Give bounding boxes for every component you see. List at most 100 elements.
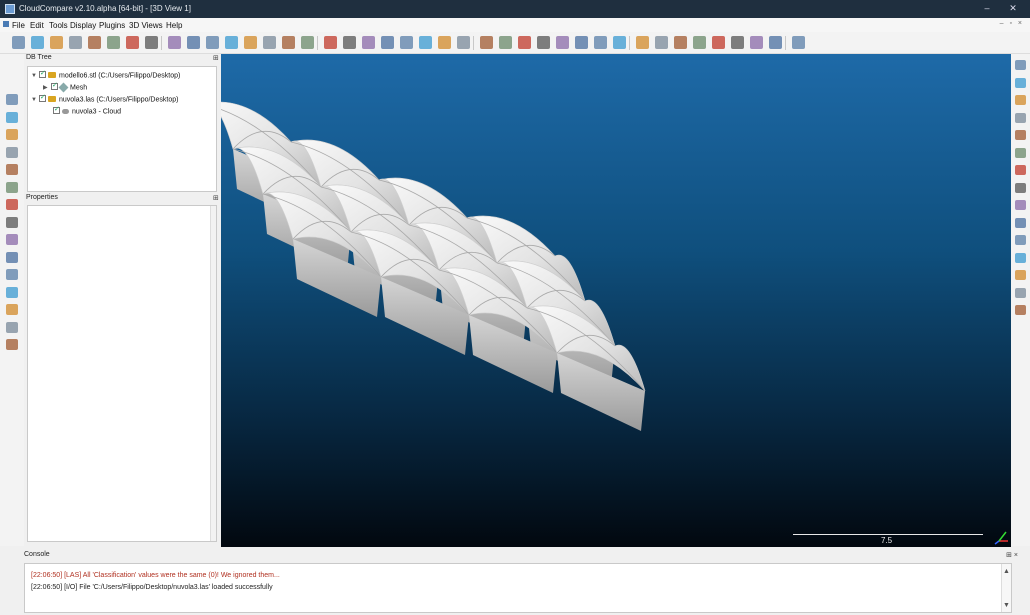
register-icon[interactable] [362, 36, 375, 49]
distance-icon[interactable] [324, 36, 337, 49]
save-icon[interactable] [31, 36, 44, 49]
visibility-checkbox[interactable] [53, 105, 60, 114]
plane-icon[interactable] [381, 36, 394, 49]
settings-icon[interactable] [1015, 60, 1026, 70]
filter-icon[interactable] [168, 36, 181, 49]
menu-edit[interactable]: Edit [30, 21, 44, 30]
orient-icon[interactable] [225, 36, 238, 49]
table-icon[interactable] [1015, 95, 1026, 105]
minimize-button[interactable]: – [977, 3, 997, 13]
normals-icon[interactable] [206, 36, 219, 49]
point-pick-icon[interactable] [438, 36, 451, 49]
menu-file[interactable]: File [12, 21, 25, 30]
console-dock-controls[interactable]: ⊞ × [1006, 551, 1018, 559]
scalar-icon[interactable] [301, 36, 314, 49]
box-bottom-icon[interactable] [6, 286, 18, 298]
histogram-icon[interactable] [480, 36, 493, 49]
qanimation-icon[interactable] [655, 36, 668, 49]
no-icon[interactable] [1015, 147, 1026, 158]
iso1-icon[interactable] [6, 304, 18, 315]
qfacets-icon[interactable] [693, 36, 706, 49]
scroll-up-icon[interactable]: ▲ [1003, 568, 1010, 575]
qm3c2-icon[interactable] [731, 36, 744, 49]
tree-item-nuvola3[interactable]: ▼ nuvola3.las (C:/Users/Filippo/Desktop) [31, 93, 178, 103]
tree-item-modello6[interactable]: ▼ modello6.stl (C:/Users/Filippo/Desktop) [31, 69, 180, 79]
sample-icon[interactable] [145, 36, 158, 49]
float-dock-icon[interactable]: ⊞ [213, 54, 219, 62]
collapse-arrow-icon[interactable]: ▼ [31, 97, 39, 103]
box-top-icon[interactable] [6, 269, 18, 280]
visibility-checkbox[interactable] [51, 81, 58, 90]
rotate-view-icon[interactable] [6, 146, 18, 158]
menu-plugins[interactable]: Plugins [99, 21, 125, 30]
section-icon[interactable] [400, 36, 413, 49]
label-icon[interactable] [457, 36, 470, 49]
color-scale-icon[interactable] [6, 339, 18, 350]
close-button[interactable]: ✕ [1003, 3, 1023, 14]
zoom-icon[interactable] [6, 164, 18, 175]
cloud-icon[interactable] [594, 36, 607, 49]
qcanupo-icon[interactable] [750, 36, 763, 49]
render-icon[interactable] [613, 36, 626, 49]
tree-item-mesh[interactable]: ▶ Mesh [43, 81, 87, 93]
qhpr-icon[interactable] [712, 36, 725, 49]
merge-icon[interactable] [69, 36, 82, 49]
light-icon[interactable] [636, 36, 649, 49]
console-log[interactable]: [22:06:50] [LAS] All 'Classification' va… [24, 563, 1012, 613]
box-front-icon[interactable] [6, 199, 18, 210]
clone-icon[interactable] [50, 36, 63, 49]
lasso-icon[interactable] [1015, 287, 1026, 298]
grid-icon[interactable] [1015, 77, 1026, 88]
menu-3d-views[interactable]: 3D Views [129, 21, 163, 30]
qcompass-icon[interactable] [674, 36, 687, 49]
box-back-icon[interactable] [6, 216, 18, 228]
crop-icon[interactable] [518, 36, 531, 49]
tree-item-cloud[interactable]: nuvola3 - Cloud [53, 105, 121, 115]
triangle-icon[interactable] [1015, 270, 1026, 280]
translate-icon[interactable] [107, 36, 120, 49]
sf-icon[interactable] [263, 36, 276, 49]
shield-icon[interactable] [1015, 165, 1026, 175]
pin-icon[interactable] [6, 94, 18, 105]
properties-table[interactable] [27, 205, 217, 542]
menu-tools[interactable]: Tools [49, 21, 68, 30]
menu-help[interactable]: Help [166, 21, 182, 30]
box-right-icon[interactable] [6, 251, 18, 263]
minus-icon[interactable] [6, 111, 18, 123]
measure-icon[interactable] [419, 36, 432, 49]
iso2-icon[interactable] [6, 321, 18, 333]
qransac-icon[interactable] [792, 36, 805, 49]
eye-icon[interactable] [1015, 182, 1026, 193]
visibility-checkbox[interactable] [39, 69, 46, 78]
subsample-icon[interactable] [537, 36, 550, 49]
properties-scrollbar[interactable] [210, 206, 216, 541]
console-scrollbar[interactable]: ▲ ▼ [1001, 564, 1011, 612]
pick-icon[interactable] [6, 181, 18, 193]
print-icon[interactable] [1015, 112, 1026, 123]
text-icon[interactable] [1015, 200, 1026, 210]
expand-arrow-icon[interactable]: ▶ [43, 84, 51, 91]
translate-view-icon[interactable] [6, 129, 18, 140]
ruler-icon[interactable] [1015, 130, 1026, 140]
models-icon[interactable] [1015, 235, 1026, 245]
sphere-icon[interactable] [1015, 252, 1026, 263]
qpcv-icon[interactable] [769, 36, 782, 49]
scroll-down-icon[interactable]: ▼ [1003, 602, 1010, 609]
ply-icon[interactable] [1015, 217, 1026, 228]
visibility-checkbox[interactable] [39, 93, 46, 102]
collapse-arrow-icon[interactable]: ▼ [31, 73, 39, 79]
delete-icon[interactable] [126, 36, 139, 49]
octree-icon[interactable] [244, 36, 257, 49]
align-icon[interactable] [343, 36, 356, 49]
mesh-icon[interactable] [556, 36, 569, 49]
mdi-window-controls[interactable]: – ▫ × [1000, 20, 1024, 27]
float-dock-icon[interactable]: ⊞ [213, 194, 219, 202]
open-icon[interactable] [12, 36, 25, 49]
segment-icon[interactable] [88, 36, 101, 49]
3d-view[interactable]: 7.5 [221, 54, 1011, 547]
db-tree-list[interactable]: ▼ modello6.stl (C:/Users/Filippo/Desktop)… [27, 66, 217, 192]
menu-display[interactable]: Display [70, 21, 96, 30]
stats-icon[interactable] [499, 36, 512, 49]
delaunay-icon[interactable] [575, 36, 588, 49]
box-left-icon[interactable] [6, 234, 18, 245]
